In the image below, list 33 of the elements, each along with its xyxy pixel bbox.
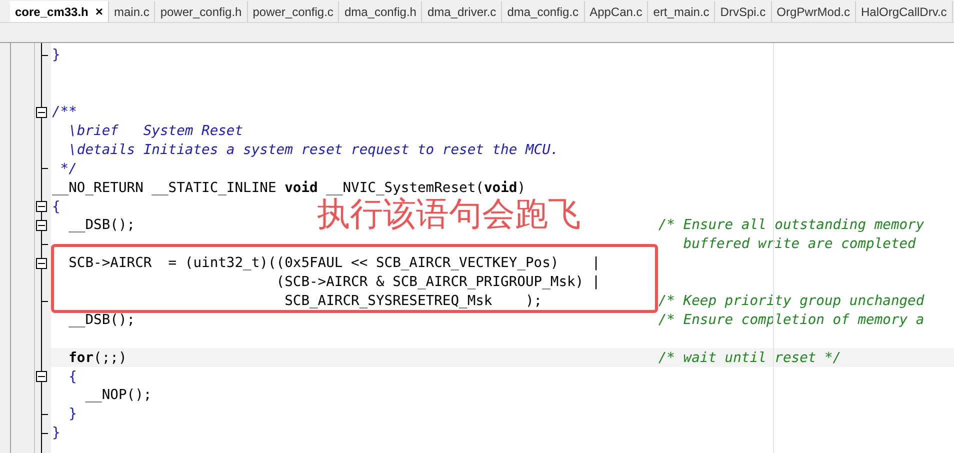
code-comment: /* Keep priority group unchanged: [658, 293, 924, 310]
code-line: {: [68, 368, 77, 385]
file-tab[interactable]: AppCan.c: [584, 1, 648, 22]
file-tab[interactable]: core_cm33.h ×: [10, 1, 109, 22]
code-line: for(;;): [68, 350, 127, 366]
collapse-icon[interactable]: [36, 220, 47, 231]
code-line: (SCB->AIRCR & SCB_AIRCR_PRIGROUP_Msk) |: [275, 274, 600, 290]
code-comment: /* Ensure completion of memory a: [658, 312, 924, 328]
close-icon[interactable]: ×: [95, 4, 103, 19]
code-line: }: [52, 47, 60, 64]
collapse-icon[interactable]: [36, 201, 47, 212]
code-comment: buffered write are completed: [682, 236, 916, 252]
doc-comment-line: /**: [52, 104, 77, 120]
code-line: SCB->AIRCR = (uint32_t)((0x5FAUL << SCB_AIRCR_VECTKEY_Pos) |: [68, 255, 600, 272]
code-comment: /* wait until reset */: [658, 350, 842, 366]
collapse-icon[interactable]: [36, 371, 47, 382]
code-line: __DSB();: [68, 217, 136, 234]
annotation-text: 执行该语句会跑飞: [317, 196, 581, 232]
doc-comment-line: */: [59, 160, 77, 177]
collapse-icon[interactable]: [36, 106, 47, 118]
doc-comment-line: \details Initiates a system reset request to reset the MCU.: [68, 142, 559, 158]
file-tab[interactable]: OrgPwrMod.c: [772, 1, 856, 22]
code-line: }: [52, 425, 60, 442]
collapse-icon[interactable]: [36, 258, 47, 269]
code-line: __NOP();: [84, 387, 152, 404]
file-tab[interactable]: power_config.c: [248, 1, 340, 22]
code-line: }: [68, 406, 77, 422]
code-line: __NO_RETURN __STATIC_INLINE void __NVIC_SystemReset(void): [52, 180, 526, 196]
code-line: SCB_AIRCR_SYSRESETREQ_Msk );: [284, 293, 542, 310]
code-line: __DSB();: [68, 312, 136, 328]
code-line: {: [52, 198, 60, 215]
doc-comment-line: \brief System Reset: [68, 123, 244, 139]
code-comment: /* Ensure all outstanding memory: [658, 217, 924, 234]
